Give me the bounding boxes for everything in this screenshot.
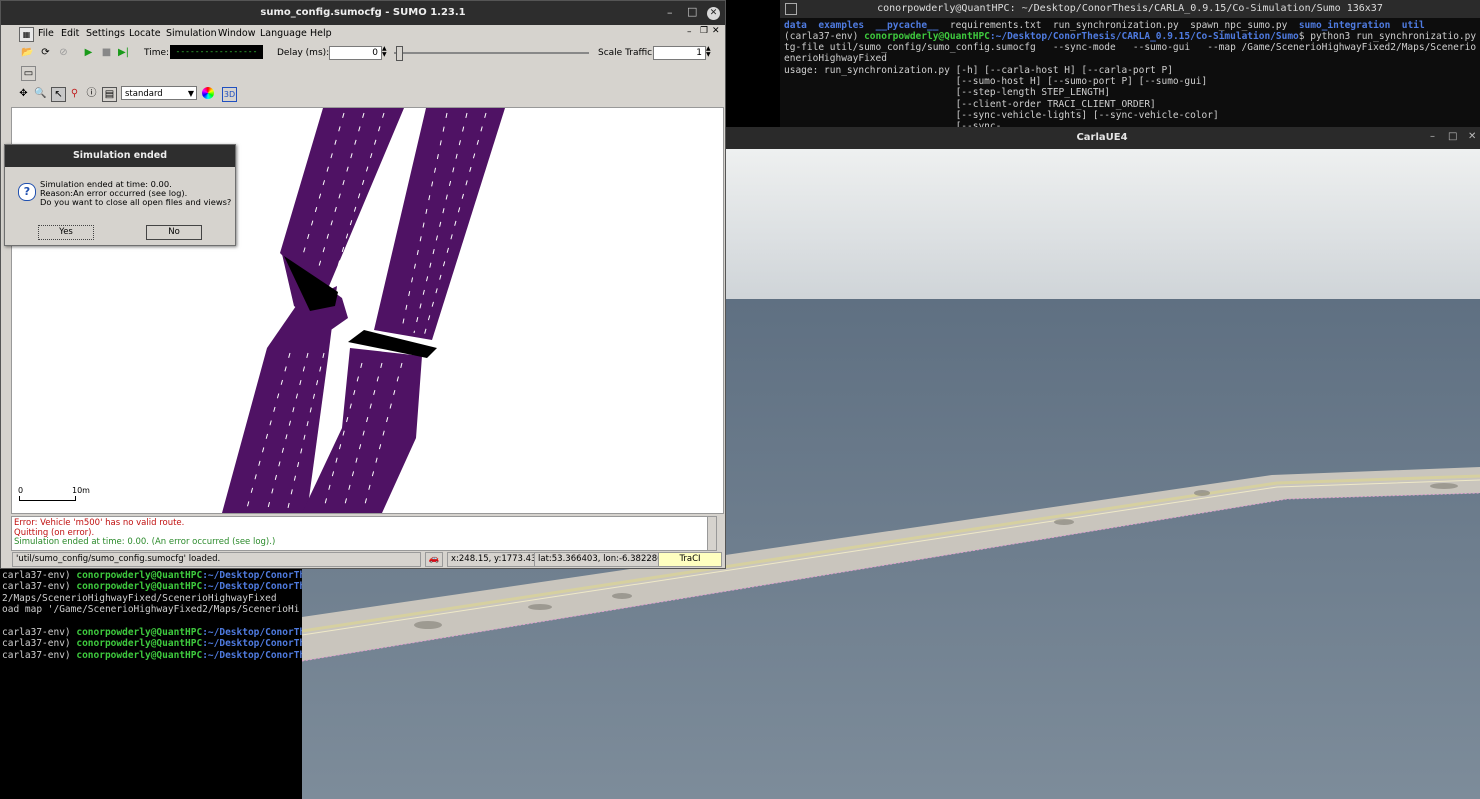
menu-language[interactable]: Language — [260, 28, 307, 39]
carla-title: CarlaUE4 — [724, 127, 1480, 149]
terminal-line: oad map '/Game/ScenerioHighwayFixed2/Map… — [2, 604, 300, 616]
terminal-line: usage: run_synchronization.py [-h] [--ca… — [784, 64, 1173, 76]
delay-slider-track[interactable] — [394, 52, 589, 54]
road-network — [222, 108, 505, 513]
no-button[interactable]: No — [146, 225, 202, 240]
time-label: Time: — [144, 48, 170, 58]
save-icon[interactable]: ⊘ — [57, 46, 70, 59]
color-wheel-icon[interactable] — [202, 87, 214, 99]
dialog-line-3: Do you want to close all open files and … — [40, 197, 232, 207]
tooltip-icon[interactable]: ⓘ — [85, 87, 98, 100]
status-message: 'util/sumo_config/sumo_config.sumocfg' l… — [12, 552, 421, 567]
gui-settings-icon[interactable]: 3D — [222, 87, 237, 102]
terminal-line: [--step-length STEP_LENGTH] — [784, 87, 1111, 99]
run-icon[interactable]: ▶ — [82, 46, 95, 59]
minimize-icon[interactable]: – — [667, 6, 673, 19]
time-display: ----------------- — [170, 45, 263, 59]
menu-locate[interactable]: Locate — [129, 28, 161, 39]
delay-input[interactable]: 0 — [329, 46, 382, 60]
terminal-line: carla37-env) conorpowderly@QuantHPC:~/De… — [2, 638, 302, 650]
terminal-line: carla37-env) conorpowderly@QuantHPC:~/De… — [2, 627, 302, 638]
terminal-line: [--sumo-host H] [--sumo-port P] [--sumo-… — [784, 75, 1208, 87]
menu-window[interactable]: Window — [218, 28, 255, 39]
mdi-close-icon[interactable]: ✕ — [712, 26, 720, 36]
step-icon[interactable]: ▶| — [117, 46, 130, 59]
scale-bar — [19, 496, 76, 501]
dialog-title: Simulation ended — [5, 145, 235, 167]
locate-icon[interactable]: ⚲ — [68, 87, 81, 100]
simulation-ended-dialog: Simulation ended ? Simulation ended at t… — [4, 144, 236, 246]
screenshot-icon[interactable]: ▤ — [102, 87, 117, 102]
scheme-select[interactable]: standard ▼ — [121, 86, 197, 100]
delay-spinner[interactable]: ▲ ▼ — [382, 46, 390, 59]
prompt-line: (carla37-env) conorpowderly@QuantHPC:~/D… — [784, 31, 1477, 42]
app-icon: ▦ — [19, 27, 34, 42]
zoom-icon[interactable]: 🔍 — [34, 87, 47, 100]
menu-simulation[interactable]: Simulation — [166, 28, 217, 39]
terminal-line: carla37-env) conorpowderly@QuantHPC:~/De… — [2, 649, 302, 661]
delay-label: Delay (ms): — [277, 48, 330, 58]
terminal-title: conorpowderly@QuantHPC: ~/Desktop/ConorT… — [780, 0, 1480, 18]
terminal-line: enerioHighwayFixed — [784, 53, 887, 65]
question-icon: ? — [18, 183, 36, 201]
stop-icon[interactable]: ■ — [100, 46, 113, 59]
traci-badge: TraCI — [658, 552, 722, 567]
reload-icon[interactable]: ⟳ — [39, 46, 52, 59]
recenter-icon[interactable]: ✥ — [17, 87, 30, 100]
menu-settings[interactable]: Settings — [86, 28, 125, 39]
status-bar: 'util/sumo_config/sumo_config.sumocfg' l… — [1, 551, 725, 567]
ls-output: data examples __pycache__ requirements.t… — [784, 20, 1425, 31]
message-log[interactable]: Error: Vehicle 'm500' has no valid route… — [11, 516, 717, 551]
log-message: Simulation ended at time: 0.00. (An erro… — [14, 537, 276, 547]
yes-button[interactable]: Yes — [38, 225, 94, 240]
open-icon[interactable]: 📂 — [21, 46, 34, 59]
scale-bar-label: 10m — [72, 486, 90, 495]
minimize-icon[interactable]: – — [1430, 131, 1435, 142]
sumo-window[interactable]: sumo_config.sumocfg - SUMO 1.23.1 – □ ✕ … — [0, 0, 726, 569]
terminal-line: carla37-env) conorpowderly@QuantHPC:~/De… — [2, 570, 302, 581]
terminal-line: tg-file util/sumo_config/sumo_config.sum… — [784, 42, 1477, 53]
terminal-line: [--sync-vehicle-lights] [--sync-vehicle-… — [784, 109, 1219, 121]
menu-help[interactable]: Help — [310, 28, 332, 39]
chevron-down-icon: ▼ — [187, 89, 194, 98]
new-view-icon[interactable]: ▭ — [21, 66, 36, 81]
right-terminal: conorpowderly@QuantHPC: ~/Desktop/ConorT… — [780, 0, 1480, 127]
scale-bar-zero: 0 — [18, 486, 24, 495]
scheme-value: standard — [125, 89, 163, 99]
log-message: Error: Vehicle 'm500' has no valid route… — [14, 518, 185, 528]
terminal-line: [--client-order TRACI_CLIENT_ORDER] — [784, 98, 1156, 110]
mdi-minimize-icon[interactable]: – — [687, 27, 692, 37]
close-icon[interactable]: ✕ — [707, 7, 720, 20]
status-coords: x:248.15, y:1773.43 — [447, 552, 536, 567]
maximize-icon[interactable]: □ — [687, 5, 697, 18]
scale-traffic-input[interactable]: 1 — [653, 46, 706, 60]
scale-traffic-label: Scale Traffic: — [598, 48, 656, 58]
delay-slider-handle[interactable] — [396, 46, 403, 61]
menu-edit[interactable]: Edit — [61, 28, 79, 39]
log-scrollbar[interactable] — [707, 517, 716, 550]
scale-traffic-spinner[interactable]: ▲ ▼ — [706, 46, 714, 59]
close-icon[interactable]: ✕ — [1468, 131, 1476, 142]
mdi-restore-icon[interactable]: ❐ — [700, 26, 708, 36]
terminal-line: carla37-env) conorpowderly@QuantHPC:~/De… — [2, 581, 302, 593]
menu-file[interactable]: File — [38, 28, 54, 39]
sumo-title: sumo_config.sumocfg - SUMO 1.23.1 — [1, 1, 725, 25]
maximize-icon[interactable]: □ — [1448, 131, 1457, 142]
select-icon[interactable]: ↖ — [51, 87, 66, 102]
status-latlon: lat:53.366403, lon:-6.382286 — [534, 552, 663, 567]
terminal-line: 2/Maps/ScenerioHighwayFixed/ScenerioHigh… — [2, 592, 277, 604]
terminal-menu-icon[interactable] — [785, 3, 797, 15]
car-icon[interactable]: 🚗 — [425, 552, 443, 567]
menu-bar: ▦ File Edit Settings Locate Simulation W… — [1, 25, 725, 43]
